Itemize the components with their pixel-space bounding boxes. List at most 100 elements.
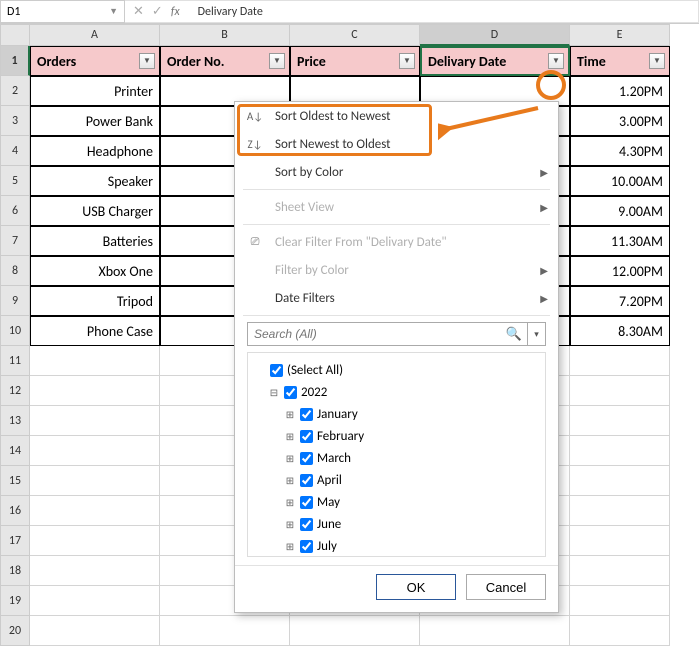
cell[interactable]: 1.20PM [570, 76, 670, 106]
cell[interactable] [570, 526, 670, 556]
cell[interactable] [30, 376, 160, 406]
expand-icon[interactable]: ⊞ [284, 452, 296, 465]
checkbox-select-all[interactable] [270, 364, 283, 377]
cell[interactable]: Printer [30, 76, 160, 106]
cell[interactable]: Phone Case [30, 316, 160, 346]
cell-D1[interactable]: Delivary Date▼ [420, 46, 570, 76]
column-header-B[interactable]: B [160, 24, 290, 46]
checkbox-month[interactable] [300, 430, 313, 443]
fx-icon[interactable]: fx [171, 5, 180, 19]
cell[interactable] [30, 406, 160, 436]
cell[interactable] [570, 346, 670, 376]
cell[interactable] [570, 406, 670, 436]
row-header[interactable]: 8 [0, 256, 30, 286]
cell-A1[interactable]: Orders▼ [30, 46, 160, 76]
expand-icon[interactable]: ⊞ [284, 518, 296, 531]
cell[interactable] [290, 616, 420, 646]
cancel-button[interactable]: Cancel [466, 574, 546, 600]
cell[interactable] [160, 616, 290, 646]
column-header-C[interactable]: C [290, 24, 420, 46]
expand-icon[interactable]: ⊞ [284, 408, 296, 421]
checkbox-month[interactable] [300, 408, 313, 421]
cell[interactable]: Power Bank [30, 106, 160, 136]
chevron-down-icon[interactable]: ▼ [109, 6, 118, 17]
row-header-1[interactable]: 1 [0, 46, 30, 76]
row-header[interactable]: 9 [0, 286, 30, 316]
row-header[interactable]: 13 [0, 406, 30, 436]
row-header[interactable]: 11 [0, 346, 30, 376]
cell[interactable]: 10.00AM [570, 166, 670, 196]
cell[interactable] [30, 586, 160, 616]
cell[interactable] [570, 616, 670, 646]
cell-E1[interactable]: Time▼ [570, 46, 670, 76]
cell[interactable] [30, 346, 160, 376]
cell[interactable] [570, 436, 670, 466]
collapse-icon[interactable]: ⊟ [268, 386, 280, 399]
checkbox-month[interactable] [300, 540, 313, 553]
name-box[interactable]: D1 ▼ [0, 0, 125, 23]
cell[interactable] [570, 586, 670, 616]
column-header-A[interactable]: A [30, 24, 160, 46]
filter-toggle-D[interactable]: ▼ [548, 53, 564, 69]
expand-icon[interactable]: ⊞ [284, 474, 296, 487]
cell[interactable] [30, 556, 160, 586]
checkbox-month[interactable] [300, 496, 313, 509]
cell[interactable]: Headphone [30, 136, 160, 166]
row-header[interactable]: 2 [0, 76, 30, 106]
cell-C1[interactable]: Price▼ [290, 46, 420, 76]
cell[interactable] [30, 466, 160, 496]
row-header[interactable]: 19 [0, 586, 30, 616]
cell[interactable] [570, 496, 670, 526]
select-all-triangle[interactable] [0, 24, 30, 46]
cell[interactable]: 9.00AM [570, 196, 670, 226]
row-header[interactable]: 20 [0, 616, 30, 646]
row-header[interactable]: 6 [0, 196, 30, 226]
search-dropdown-toggle[interactable]: ▾ [528, 322, 546, 346]
tree-year-2022[interactable]: ⊟2022 [254, 381, 539, 403]
checkbox-month[interactable] [300, 518, 313, 531]
row-header[interactable]: 5 [0, 166, 30, 196]
ok-button[interactable]: OK [376, 574, 456, 600]
expand-icon[interactable]: ⊞ [284, 496, 296, 509]
expand-icon[interactable]: ⊞ [284, 540, 296, 553]
filter-values-tree[interactable]: (Select All) ⊟2022 ⊞January⊞February⊞Mar… [247, 352, 546, 557]
row-header[interactable]: 4 [0, 136, 30, 166]
row-header[interactable]: 15 [0, 466, 30, 496]
filter-toggle-B[interactable]: ▼ [269, 53, 285, 69]
row-header[interactable]: 16 [0, 496, 30, 526]
cell[interactable] [30, 616, 160, 646]
menu-date-filters[interactable]: Date Filters ▶ [235, 284, 558, 312]
cell[interactable]: 12.00PM [570, 256, 670, 286]
cell[interactable] [570, 466, 670, 496]
tree-month[interactable]: ⊞February [254, 425, 539, 447]
checkbox-month[interactable] [300, 452, 313, 465]
column-header-E[interactable]: E [570, 24, 670, 46]
tree-month[interactable]: ⊞July [254, 535, 539, 557]
cell[interactable]: Speaker [30, 166, 160, 196]
row-header[interactable]: 7 [0, 226, 30, 256]
filter-toggle-C[interactable]: ▼ [399, 53, 415, 69]
column-header-D[interactable]: D [420, 24, 570, 46]
cell[interactable]: 8.30AM [570, 316, 670, 346]
tree-month[interactable]: ⊞January [254, 403, 539, 425]
checkbox-2022[interactable] [284, 386, 297, 399]
expand-icon[interactable]: ⊞ [284, 430, 296, 443]
menu-sort-oldest-newest[interactable]: A↓ Sort Oldest to Newest [235, 102, 558, 130]
filter-toggle-A[interactable]: ▼ [139, 53, 155, 69]
cell[interactable]: Xbox One [30, 256, 160, 286]
tree-month[interactable]: ⊞May [254, 491, 539, 513]
tree-month[interactable]: ⊞June [254, 513, 539, 535]
cell-B1[interactable]: Order No.▼ [160, 46, 290, 76]
cell[interactable] [30, 496, 160, 526]
cell[interactable] [30, 526, 160, 556]
tree-select-all[interactable]: (Select All) [254, 359, 539, 381]
menu-sort-by-color[interactable]: Sort by Color ▶ [235, 158, 558, 186]
cell[interactable]: 7.20PM [570, 286, 670, 316]
filter-toggle-E[interactable]: ▼ [649, 53, 665, 69]
row-header[interactable]: 3 [0, 106, 30, 136]
checkbox-month[interactable] [300, 474, 313, 487]
formula-bar-value[interactable]: Delivary Date [198, 5, 263, 19]
cell[interactable]: 4.30PM [570, 136, 670, 166]
menu-sort-newest-oldest[interactable]: Z↓ Sort Newest to Oldest [235, 130, 558, 158]
cell[interactable] [420, 616, 570, 646]
